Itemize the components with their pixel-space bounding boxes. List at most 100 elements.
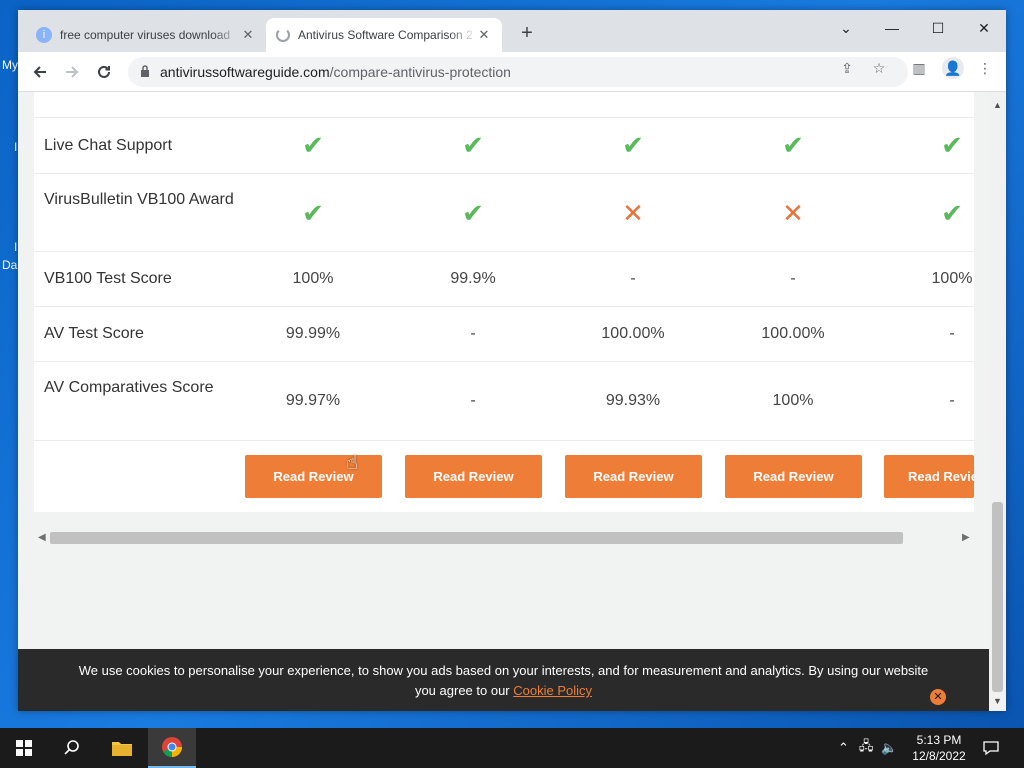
table-row: VirusBulletin VB100 Award ✔ ✔ ✕ ✕ ✔ — [34, 174, 974, 252]
page-viewport: Live Chat Support ✔ ✔ ✔ ✔ ✔ VirusBulleti… — [18, 92, 989, 711]
tab-antivirus-comparison[interactable]: Antivirus Software Comparison 2 ✕ — [266, 18, 502, 52]
cell-value: 100% — [931, 270, 973, 287]
cell-check: ✔ — [892, 132, 989, 159]
cell-check: ✔ — [253, 132, 373, 159]
desktop-icon-label[interactable]: My — [2, 58, 18, 72]
tab-close-icon[interactable]: ✕ — [476, 27, 492, 43]
side-panel-icon[interactable]: ▥ — [910, 59, 928, 77]
start-windows-icon[interactable] — [0, 728, 48, 768]
check-icon: ✔ — [782, 130, 804, 160]
check-icon: ✔ — [462, 130, 484, 160]
tab-title: Antivirus Software Comparison 2 — [298, 28, 473, 42]
clock[interactable]: 5:13 PM 12/8/2022 — [905, 732, 973, 764]
cell-check: ✔ — [253, 200, 373, 227]
cell-value: - — [470, 392, 476, 409]
chrome-icon[interactable] — [148, 728, 196, 768]
cell-value: - — [630, 270, 636, 287]
table-row: Live Chat Support ✔ ✔ ✔ ✔ ✔ — [34, 118, 974, 174]
row-label: Live Chat Support — [44, 137, 173, 154]
cell-value: 100.00% — [761, 325, 825, 342]
cookie-banner: We use cookies to personalise your exper… — [18, 649, 989, 711]
tab-strip: i free computer viruses download ✕ Antiv… — [18, 10, 1006, 52]
row-label: VB100 Test Score — [44, 270, 172, 287]
horizontal-scroll-thumb[interactable] — [50, 532, 903, 544]
table-row — [34, 92, 974, 118]
menu-kebab-icon[interactable]: ⋮ — [976, 59, 994, 77]
forward-icon[interactable] — [58, 58, 86, 86]
share-icon[interactable]: ⇪ — [838, 59, 856, 77]
minimize-button[interactable]: — — [872, 14, 912, 42]
cell-value: 99.97% — [285, 392, 341, 409]
chevron-up-icon[interactable]: ⌃ — [838, 740, 849, 756]
cell-check: ✔ — [892, 200, 989, 227]
scroll-right-icon[interactable]: ▶ — [962, 532, 970, 543]
desktop-icon-label[interactable]: Da — [2, 258, 17, 272]
clock-date: 12/8/2022 — [912, 749, 966, 763]
browser-toolbar: antivirussoftwareguide.com/compare-antiv… — [18, 52, 1006, 92]
cell-value: 100.00% — [601, 325, 665, 342]
check-icon: ✔ — [941, 130, 963, 160]
read-review-button[interactable]: Read Review — [565, 455, 702, 498]
cookie-close-icon[interactable]: ✕ — [930, 689, 946, 705]
scroll-down-icon[interactable]: ▼ — [993, 696, 1002, 706]
check-icon: ✔ — [302, 130, 324, 160]
tab-close-icon[interactable]: ✕ — [240, 27, 256, 43]
cell-value: - — [949, 325, 955, 342]
read-review-button[interactable]: Read Review — [884, 455, 974, 498]
vertical-scroll-thumb[interactable] — [992, 502, 1003, 692]
row-label: AV Test Score — [44, 325, 144, 342]
vertical-scrollbar[interactable]: ▲ ▼ — [989, 92, 1006, 711]
cell-check: ✔ — [733, 132, 853, 159]
reload-icon[interactable] — [90, 58, 118, 86]
profile-avatar-icon[interactable]: 👤 — [942, 57, 964, 79]
read-review-button[interactable]: Read Review — [245, 455, 382, 498]
bookmark-star-icon[interactable]: ☆ — [870, 59, 888, 77]
network-icon[interactable]: 🖧 — [859, 737, 874, 759]
check-icon: ✔ — [622, 130, 644, 160]
clock-time: 5:13 PM — [916, 733, 962, 747]
lock-icon — [140, 64, 150, 80]
cell-cross: ✕ — [573, 200, 693, 227]
tab-title: free computer viruses download — [60, 28, 231, 42]
cell-check: ✔ — [413, 132, 533, 159]
horizontal-scrollbar[interactable]: ◀ ▶ — [34, 528, 974, 548]
cell-value: - — [790, 270, 796, 287]
cookie-text-agree: you agree to our — [414, 683, 510, 698]
loading-spinner-icon — [276, 28, 290, 42]
scroll-up-icon[interactable]: ▲ — [993, 100, 1002, 110]
url-host: antivirussoftwareguide.com — [160, 64, 330, 80]
cross-icon: ✕ — [782, 198, 804, 228]
cell-value: 99.93% — [605, 392, 661, 409]
file-explorer-icon[interactable] — [98, 728, 146, 768]
desktop-icon-label[interactable]: I — [14, 240, 17, 254]
cell-value: - — [470, 325, 476, 342]
scroll-left-icon[interactable]: ◀ — [38, 532, 46, 543]
read-review-button[interactable]: Read Review — [725, 455, 862, 498]
cookie-text: We use cookies to personalise your exper… — [78, 663, 929, 678]
comparison-table: Live Chat Support ✔ ✔ ✔ ✔ ✔ VirusBulleti… — [34, 92, 974, 512]
desktop-icon-label[interactable]: I — [14, 140, 17, 154]
address-bar[interactable]: antivirussoftwareguide.com/compare-antiv… — [128, 57, 908, 87]
cookie-text-line2: you agree to our Cookie Policy — [18, 681, 989, 701]
check-icon: ✔ — [941, 198, 963, 228]
volume-icon[interactable]: 🔈 — [881, 740, 897, 756]
check-icon: ✔ — [462, 198, 484, 228]
tab-viruses-download[interactable]: i free computer viruses download ✕ — [26, 18, 266, 52]
maximize-button[interactable]: ☐ — [918, 14, 958, 42]
cell-value: - — [949, 392, 955, 409]
new-tab-button[interactable]: + — [516, 22, 538, 44]
close-window-button[interactable]: ✕ — [964, 14, 1004, 42]
read-review-button[interactable]: Read Review — [405, 455, 542, 498]
search-icon[interactable] — [48, 728, 96, 768]
table-row: VB100 Test Score 100% 99.9% - - 100% — [34, 252, 974, 307]
notifications-icon[interactable] — [968, 728, 1014, 768]
cross-icon: ✕ — [622, 198, 644, 228]
table-row: AV Comparatives Score 99.97% - 99.93% 10… — [34, 362, 974, 441]
review-button-row: Read Review Read Review Read Review Read… — [34, 437, 974, 498]
browser-window: i free computer viruses download ✕ Antiv… — [18, 10, 1006, 711]
info-icon: i — [36, 27, 52, 43]
system-tray: ⌃ 🖧 🔈 — [838, 728, 898, 768]
cookie-policy-link[interactable]: Cookie Policy — [513, 683, 592, 698]
back-icon[interactable] — [26, 58, 54, 86]
tab-search-button[interactable]: ⌄ — [826, 14, 866, 42]
